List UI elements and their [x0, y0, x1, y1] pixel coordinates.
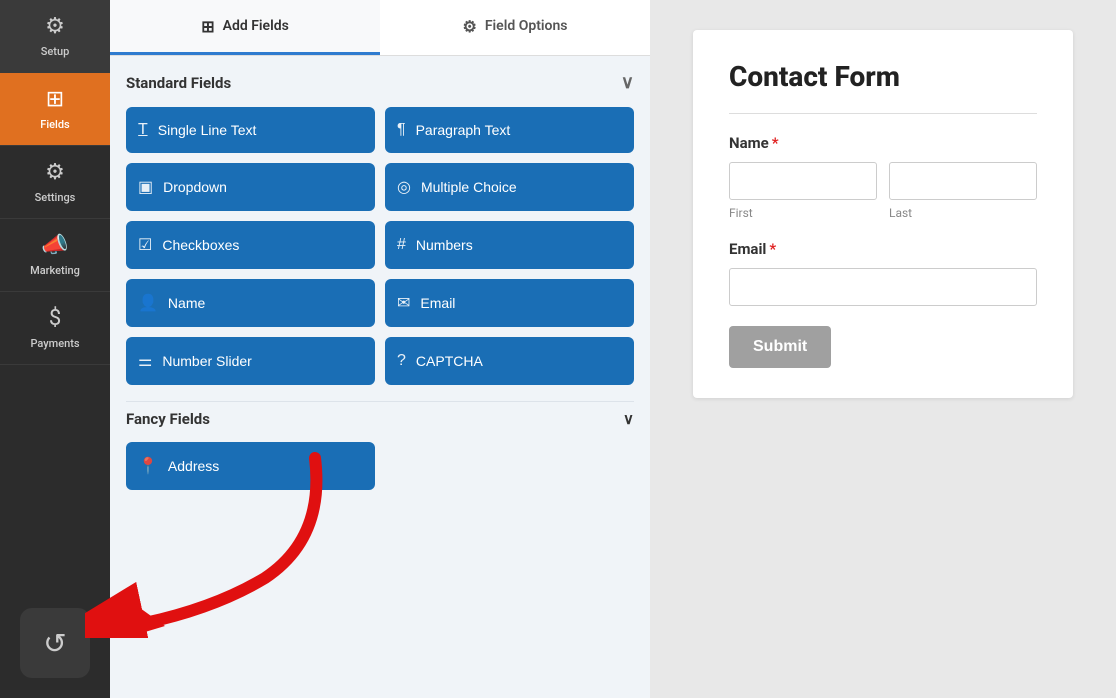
field-btn-dropdown[interactable]: ▣ Dropdown: [126, 163, 375, 211]
sidebar-label-fields: Fields: [40, 118, 69, 131]
sidebar-label-marketing: Marketing: [30, 264, 80, 277]
sidebar-item-setup[interactable]: ⚙ Setup: [0, 0, 110, 73]
captcha-icon: ?: [397, 352, 406, 370]
history-button[interactable]: ↺: [20, 608, 90, 678]
form-card: Contact Form Name* First Last Email* Sub…: [693, 30, 1073, 398]
sidebar-label-payments: Payments: [30, 337, 79, 350]
field-label-name: Name: [168, 295, 205, 311]
field-btn-numbers[interactable]: # Numbers: [385, 221, 634, 269]
dropdown-icon: ▣: [138, 177, 153, 197]
tabs: ⊞ Add Fields ⚙ Field Options: [110, 0, 650, 56]
field-label-checkboxes: Checkboxes: [162, 237, 239, 253]
fancy-fields-header: Fancy Fields ∨: [126, 401, 634, 428]
numbers-icon: #: [397, 236, 406, 254]
fields-area: Standard Fields ∨ T̲ Single Line Text ¶ …: [110, 56, 650, 698]
name-inputs: [729, 162, 1037, 200]
gear-icon: ⚙: [45, 14, 65, 39]
standard-fields-grid: T̲ Single Line Text ¶ Paragraph Text ▣ D…: [126, 107, 634, 385]
field-btn-paragraph-text[interactable]: ¶ Paragraph Text: [385, 107, 634, 153]
sidebar-item-fields[interactable]: ⊞ Fields: [0, 73, 110, 146]
fancy-fields-label: Fancy Fields: [126, 410, 210, 428]
field-btn-checkboxes[interactable]: ☑ Checkboxes: [126, 221, 375, 269]
first-name-input[interactable]: [729, 162, 877, 200]
last-label: Last: [889, 206, 1037, 220]
fancy-fields-chevron[interactable]: ∨: [623, 410, 634, 428]
tab-add-fields-label: Add Fields: [223, 18, 289, 34]
sidebar-label-settings: Settings: [35, 191, 76, 204]
field-options-tab-icon: ⚙: [462, 17, 476, 36]
field-btn-multiple-choice[interactable]: ◎ Multiple Choice: [385, 163, 634, 211]
standard-fields-header: Standard Fields ∨: [126, 72, 634, 93]
paragraph-text-icon: ¶: [397, 121, 406, 139]
field-btn-email[interactable]: ✉ Email: [385, 279, 634, 327]
form-preview: Contact Form Name* First Last Email* Sub…: [650, 0, 1116, 698]
number-slider-icon: ⚌: [138, 351, 152, 371]
address-icon: 📍: [138, 456, 158, 476]
field-label-numbers: Numbers: [416, 237, 473, 253]
single-line-text-icon: T̲: [138, 121, 148, 139]
sidebar-item-payments[interactable]: $ Payments: [0, 292, 110, 365]
form-title: Contact Form: [729, 60, 1037, 93]
add-fields-tab-icon: ⊞: [201, 17, 214, 36]
marketing-icon: 📣: [41, 233, 68, 258]
sidebar-label-setup: Setup: [41, 45, 70, 58]
first-label: First: [729, 206, 877, 220]
sidebar: ⚙ Setup ⊞ Fields ⚙ Settings 📣 Marketing …: [0, 0, 110, 698]
tab-field-options-label: Field Options: [485, 18, 568, 34]
name-required-star: *: [772, 134, 779, 152]
standard-fields-label: Standard Fields: [126, 74, 231, 92]
sidebar-item-marketing[interactable]: 📣 Marketing: [0, 219, 110, 292]
field-label-address: Address: [168, 458, 219, 474]
sidebar-item-settings[interactable]: ⚙ Settings: [0, 146, 110, 219]
last-name-input[interactable]: [889, 162, 1037, 200]
field-label-multiple-choice: Multiple Choice: [421, 179, 517, 195]
fields-icon: ⊞: [46, 87, 64, 112]
field-label-number-slider: Number Slider: [162, 353, 251, 369]
tab-add-fields[interactable]: ⊞ Add Fields: [110, 0, 380, 55]
form-email-label: Email*: [729, 240, 1037, 258]
main-panel: ⊞ Add Fields ⚙ Field Options Standard Fi…: [110, 0, 650, 698]
name-icon: 👤: [138, 293, 158, 313]
multiple-choice-icon: ◎: [397, 177, 411, 197]
email-required-star: *: [769, 240, 776, 258]
form-name-label: Name*: [729, 134, 1037, 152]
sidebar-bottom: ↺: [20, 608, 90, 678]
field-btn-address[interactable]: 📍 Address: [126, 442, 375, 490]
field-btn-captcha[interactable]: ? CAPTCHA: [385, 337, 634, 385]
field-btn-number-slider[interactable]: ⚌ Number Slider: [126, 337, 375, 385]
name-sub-labels: First Last: [729, 206, 1037, 220]
email-input[interactable]: [729, 268, 1037, 306]
field-btn-name[interactable]: 👤 Name: [126, 279, 375, 327]
history-icon: ↺: [43, 627, 66, 660]
field-label-captcha: CAPTCHA: [416, 353, 483, 369]
standard-fields-chevron[interactable]: ∨: [621, 72, 634, 93]
field-label-dropdown: Dropdown: [163, 179, 227, 195]
tab-field-options[interactable]: ⚙ Field Options: [380, 0, 650, 55]
form-divider: [729, 113, 1037, 114]
field-btn-single-line-text[interactable]: T̲ Single Line Text: [126, 107, 375, 153]
field-label-single-line-text: Single Line Text: [158, 122, 257, 138]
email-icon: ✉: [397, 293, 410, 313]
field-label-email: Email: [420, 295, 455, 311]
submit-button[interactable]: Submit: [729, 326, 831, 368]
payments-icon: $: [49, 306, 61, 331]
fancy-fields-grid: 📍 Address: [126, 442, 634, 490]
checkboxes-icon: ☑: [138, 235, 152, 255]
settings-icon: ⚙: [45, 160, 65, 185]
field-label-paragraph-text: Paragraph Text: [416, 122, 511, 138]
